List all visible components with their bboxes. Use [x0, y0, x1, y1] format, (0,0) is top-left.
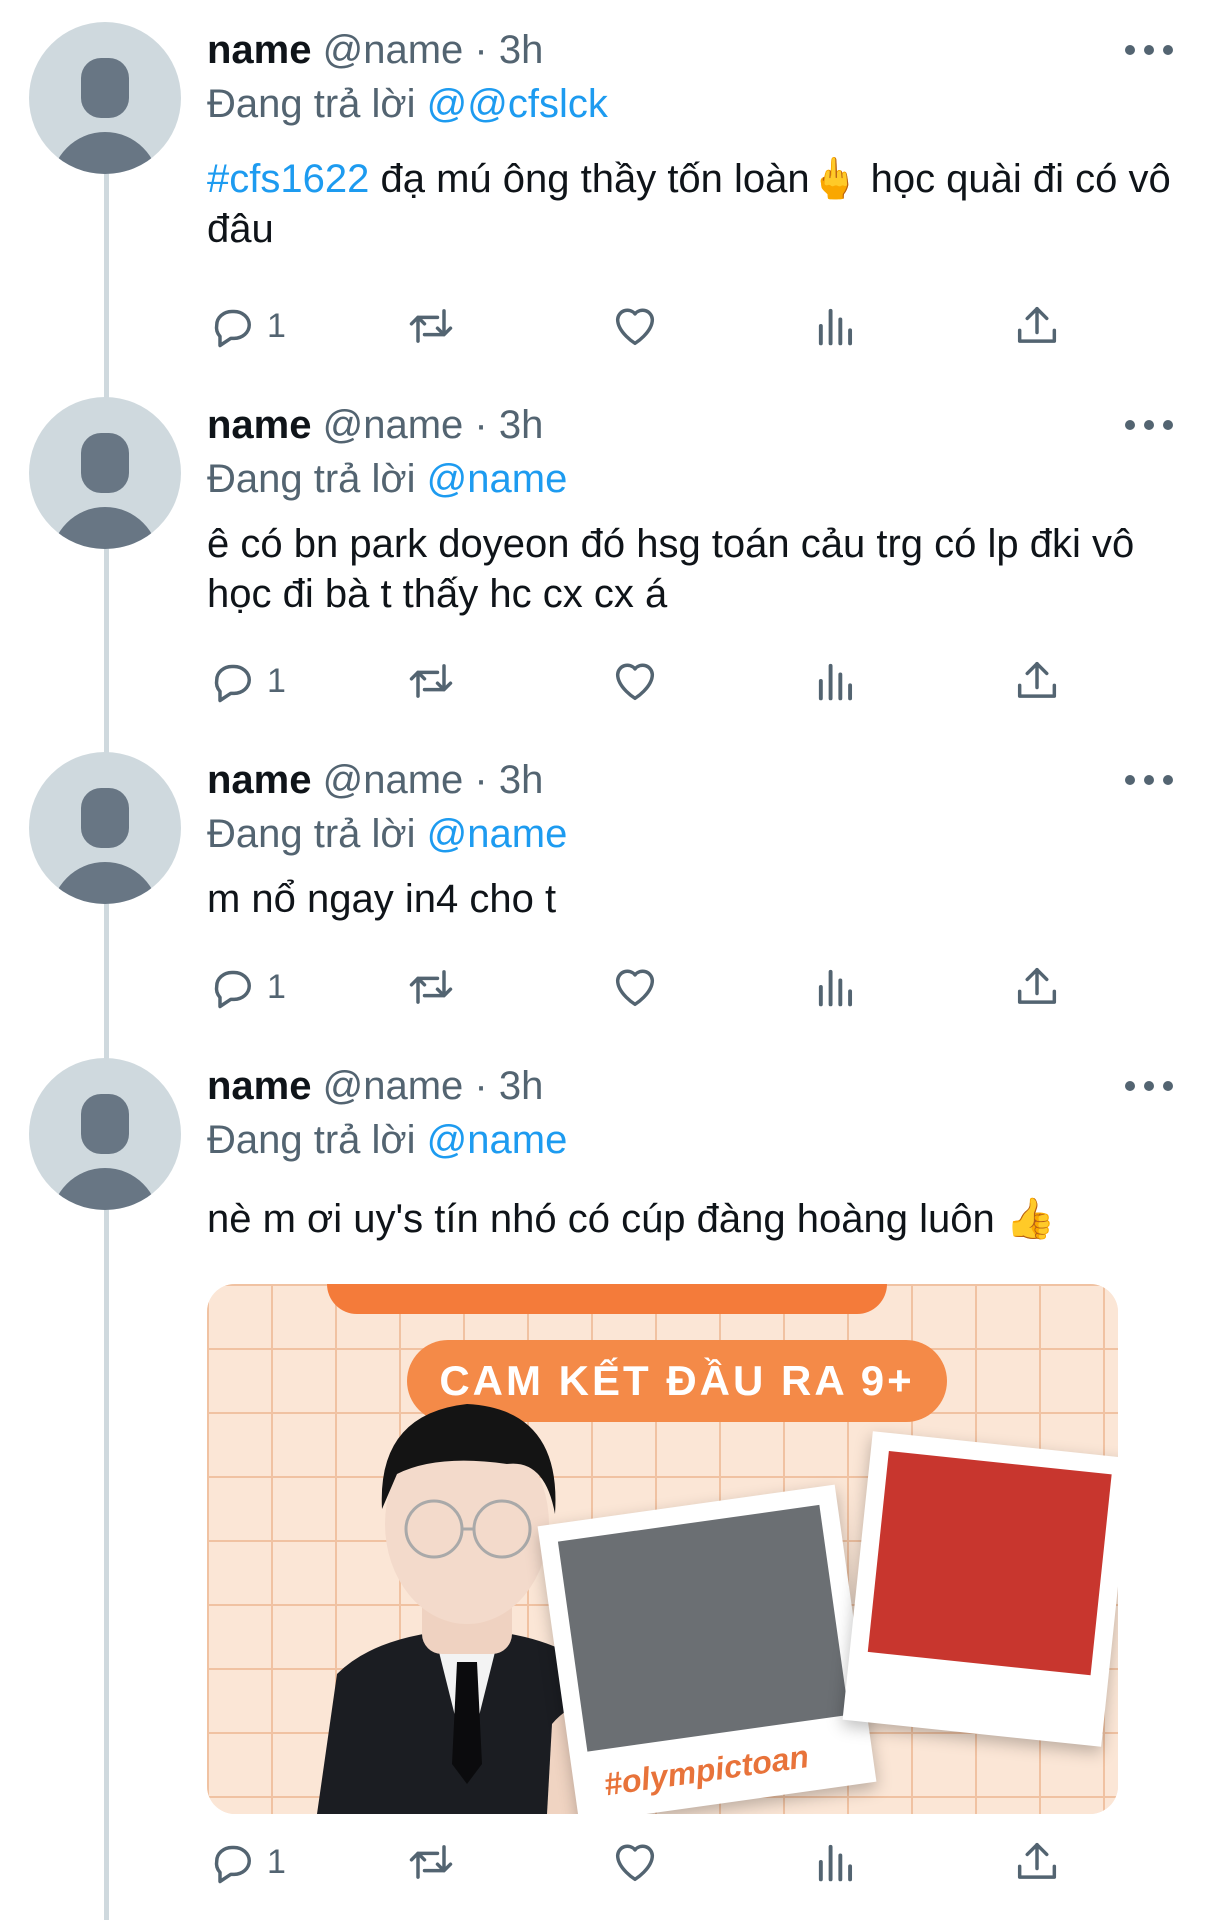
heart-icon [615, 969, 655, 1007]
handle[interactable]: @name [323, 403, 464, 447]
hashtag-link[interactable]: #cfs1622 [207, 157, 369, 201]
action-bar: 1 [207, 651, 1077, 711]
retweet-button[interactable] [405, 296, 457, 356]
reply-thread: name @name · 3h Đang trả lời @@cfslck #c… [0, 0, 1217, 1920]
media-polaroid: #olympictoan [537, 1484, 877, 1814]
tweet-text: nè m ơi uy's tín nhó có cúp đàng hoàng l… [207, 1197, 1056, 1241]
more-icon[interactable] [1125, 770, 1173, 790]
polaroid-caption: #olympictoan [601, 1738, 811, 1803]
views-button[interactable] [810, 957, 862, 1017]
replying-to-label: Đang trả lời [207, 1118, 416, 1162]
reply-button[interactable]: 1 [207, 651, 286, 711]
tweet-header: name @name · 3h [207, 22, 1177, 78]
replying-to-label: Đang trả lời [207, 82, 416, 126]
like-button[interactable] [609, 651, 661, 711]
reply-icon [214, 1845, 251, 1884]
retweet-button[interactable] [405, 651, 457, 711]
timestamp[interactable]: 3h [499, 28, 544, 72]
like-button[interactable] [609, 1832, 661, 1892]
avatar[interactable] [29, 397, 181, 549]
replying-to-label: Đang trả lời [207, 812, 416, 856]
mention-link[interactable]: @name [427, 812, 568, 856]
reply-count: 1 [267, 967, 286, 1006]
reply-button[interactable]: 1 [207, 296, 286, 356]
views-button[interactable] [810, 296, 862, 356]
tweet-text: m nổ ngay in4 cho t [207, 877, 557, 921]
share-button[interactable] [1011, 1832, 1063, 1892]
display-name[interactable]: name [207, 758, 312, 802]
retweet-button[interactable] [405, 1832, 457, 1892]
retweet-icon [409, 1845, 453, 1879]
media-polaroid [842, 1431, 1118, 1747]
views-icon [818, 969, 853, 1007]
views-icon [818, 308, 853, 346]
display-name[interactable]: name [207, 1064, 312, 1108]
action-bar: 1 [207, 1832, 1077, 1892]
avatar[interactable] [29, 752, 181, 904]
views-button[interactable] [810, 651, 862, 711]
replying-to: Đang trả lời @name [207, 1114, 1177, 1166]
replying-to: Đang trả lời @@cfslck [207, 78, 1177, 130]
retweet-button[interactable] [405, 957, 457, 1017]
share-icon [1017, 967, 1057, 1004]
reply-icon [214, 664, 251, 703]
reply-count: 1 [267, 661, 286, 700]
views-icon [818, 1844, 853, 1882]
share-icon [1017, 306, 1057, 343]
tweet-header: name @name · 3h [207, 1058, 1177, 1114]
more-icon[interactable] [1125, 40, 1173, 60]
display-name[interactable]: name [207, 403, 312, 447]
display-name[interactable]: name [207, 28, 312, 72]
separator: · [474, 1064, 488, 1108]
reply-icon [214, 970, 251, 1009]
share-button[interactable] [1011, 957, 1063, 1017]
separator: · [474, 28, 488, 72]
separator: · [474, 758, 488, 802]
views-button[interactable] [810, 1832, 862, 1892]
tweet-text: #cfs1622 đạ mú ông thầy tốn loàn🖕 học qu… [207, 154, 1177, 254]
avatar[interactable] [29, 1058, 181, 1210]
retweet-icon [409, 970, 453, 1004]
reply-button[interactable]: 1 [207, 1832, 286, 1892]
like-button[interactable] [609, 296, 661, 356]
media-banner-top [327, 1284, 887, 1314]
reply-count: 1 [267, 1842, 286, 1881]
reply-icon [214, 309, 251, 348]
retweet-icon [409, 309, 453, 343]
mention-link[interactable]: @@cfslck [427, 82, 608, 126]
avatar[interactable] [29, 22, 181, 174]
share-icon [1017, 661, 1057, 698]
more-icon[interactable] [1125, 415, 1173, 435]
share-button[interactable] [1011, 296, 1063, 356]
timestamp[interactable]: 3h [499, 758, 544, 802]
tweet-header: name @name · 3h [207, 397, 1177, 453]
heart-icon [615, 308, 655, 346]
retweet-icon [409, 664, 453, 698]
tweet-media-image[interactable]: CAM KẾT ĐẦU RA 9+ #olympictoan [207, 1284, 1118, 1814]
share-icon [1017, 1842, 1057, 1879]
handle[interactable]: @name [323, 28, 464, 72]
replying-to: Đang trả lời @name [207, 808, 1177, 860]
heart-icon [615, 1844, 655, 1882]
tweet-text: ê có bn park doyeon đó hsg toán cảu trg … [207, 522, 1135, 616]
timestamp[interactable]: 3h [499, 403, 544, 447]
mention-link[interactable]: @name [427, 1118, 568, 1162]
replying-to: Đang trả lời @name [207, 453, 1177, 505]
reply-button[interactable]: 1 [207, 957, 286, 1017]
like-button[interactable] [609, 957, 661, 1017]
replying-to-label: Đang trả lời [207, 457, 416, 501]
handle[interactable]: @name [323, 1064, 464, 1108]
action-bar: 1 [207, 957, 1077, 1017]
more-icon[interactable] [1125, 1076, 1173, 1096]
tweet-header: name @name · 3h [207, 752, 1177, 808]
handle[interactable]: @name [323, 758, 464, 802]
separator: · [474, 403, 488, 447]
mention-link[interactable]: @name [427, 457, 568, 501]
action-bar: 1 [207, 296, 1077, 356]
heart-icon [615, 663, 655, 701]
views-icon [818, 663, 853, 701]
reply-count: 1 [267, 306, 286, 345]
timestamp[interactable]: 3h [499, 1064, 544, 1108]
share-button[interactable] [1011, 651, 1063, 711]
